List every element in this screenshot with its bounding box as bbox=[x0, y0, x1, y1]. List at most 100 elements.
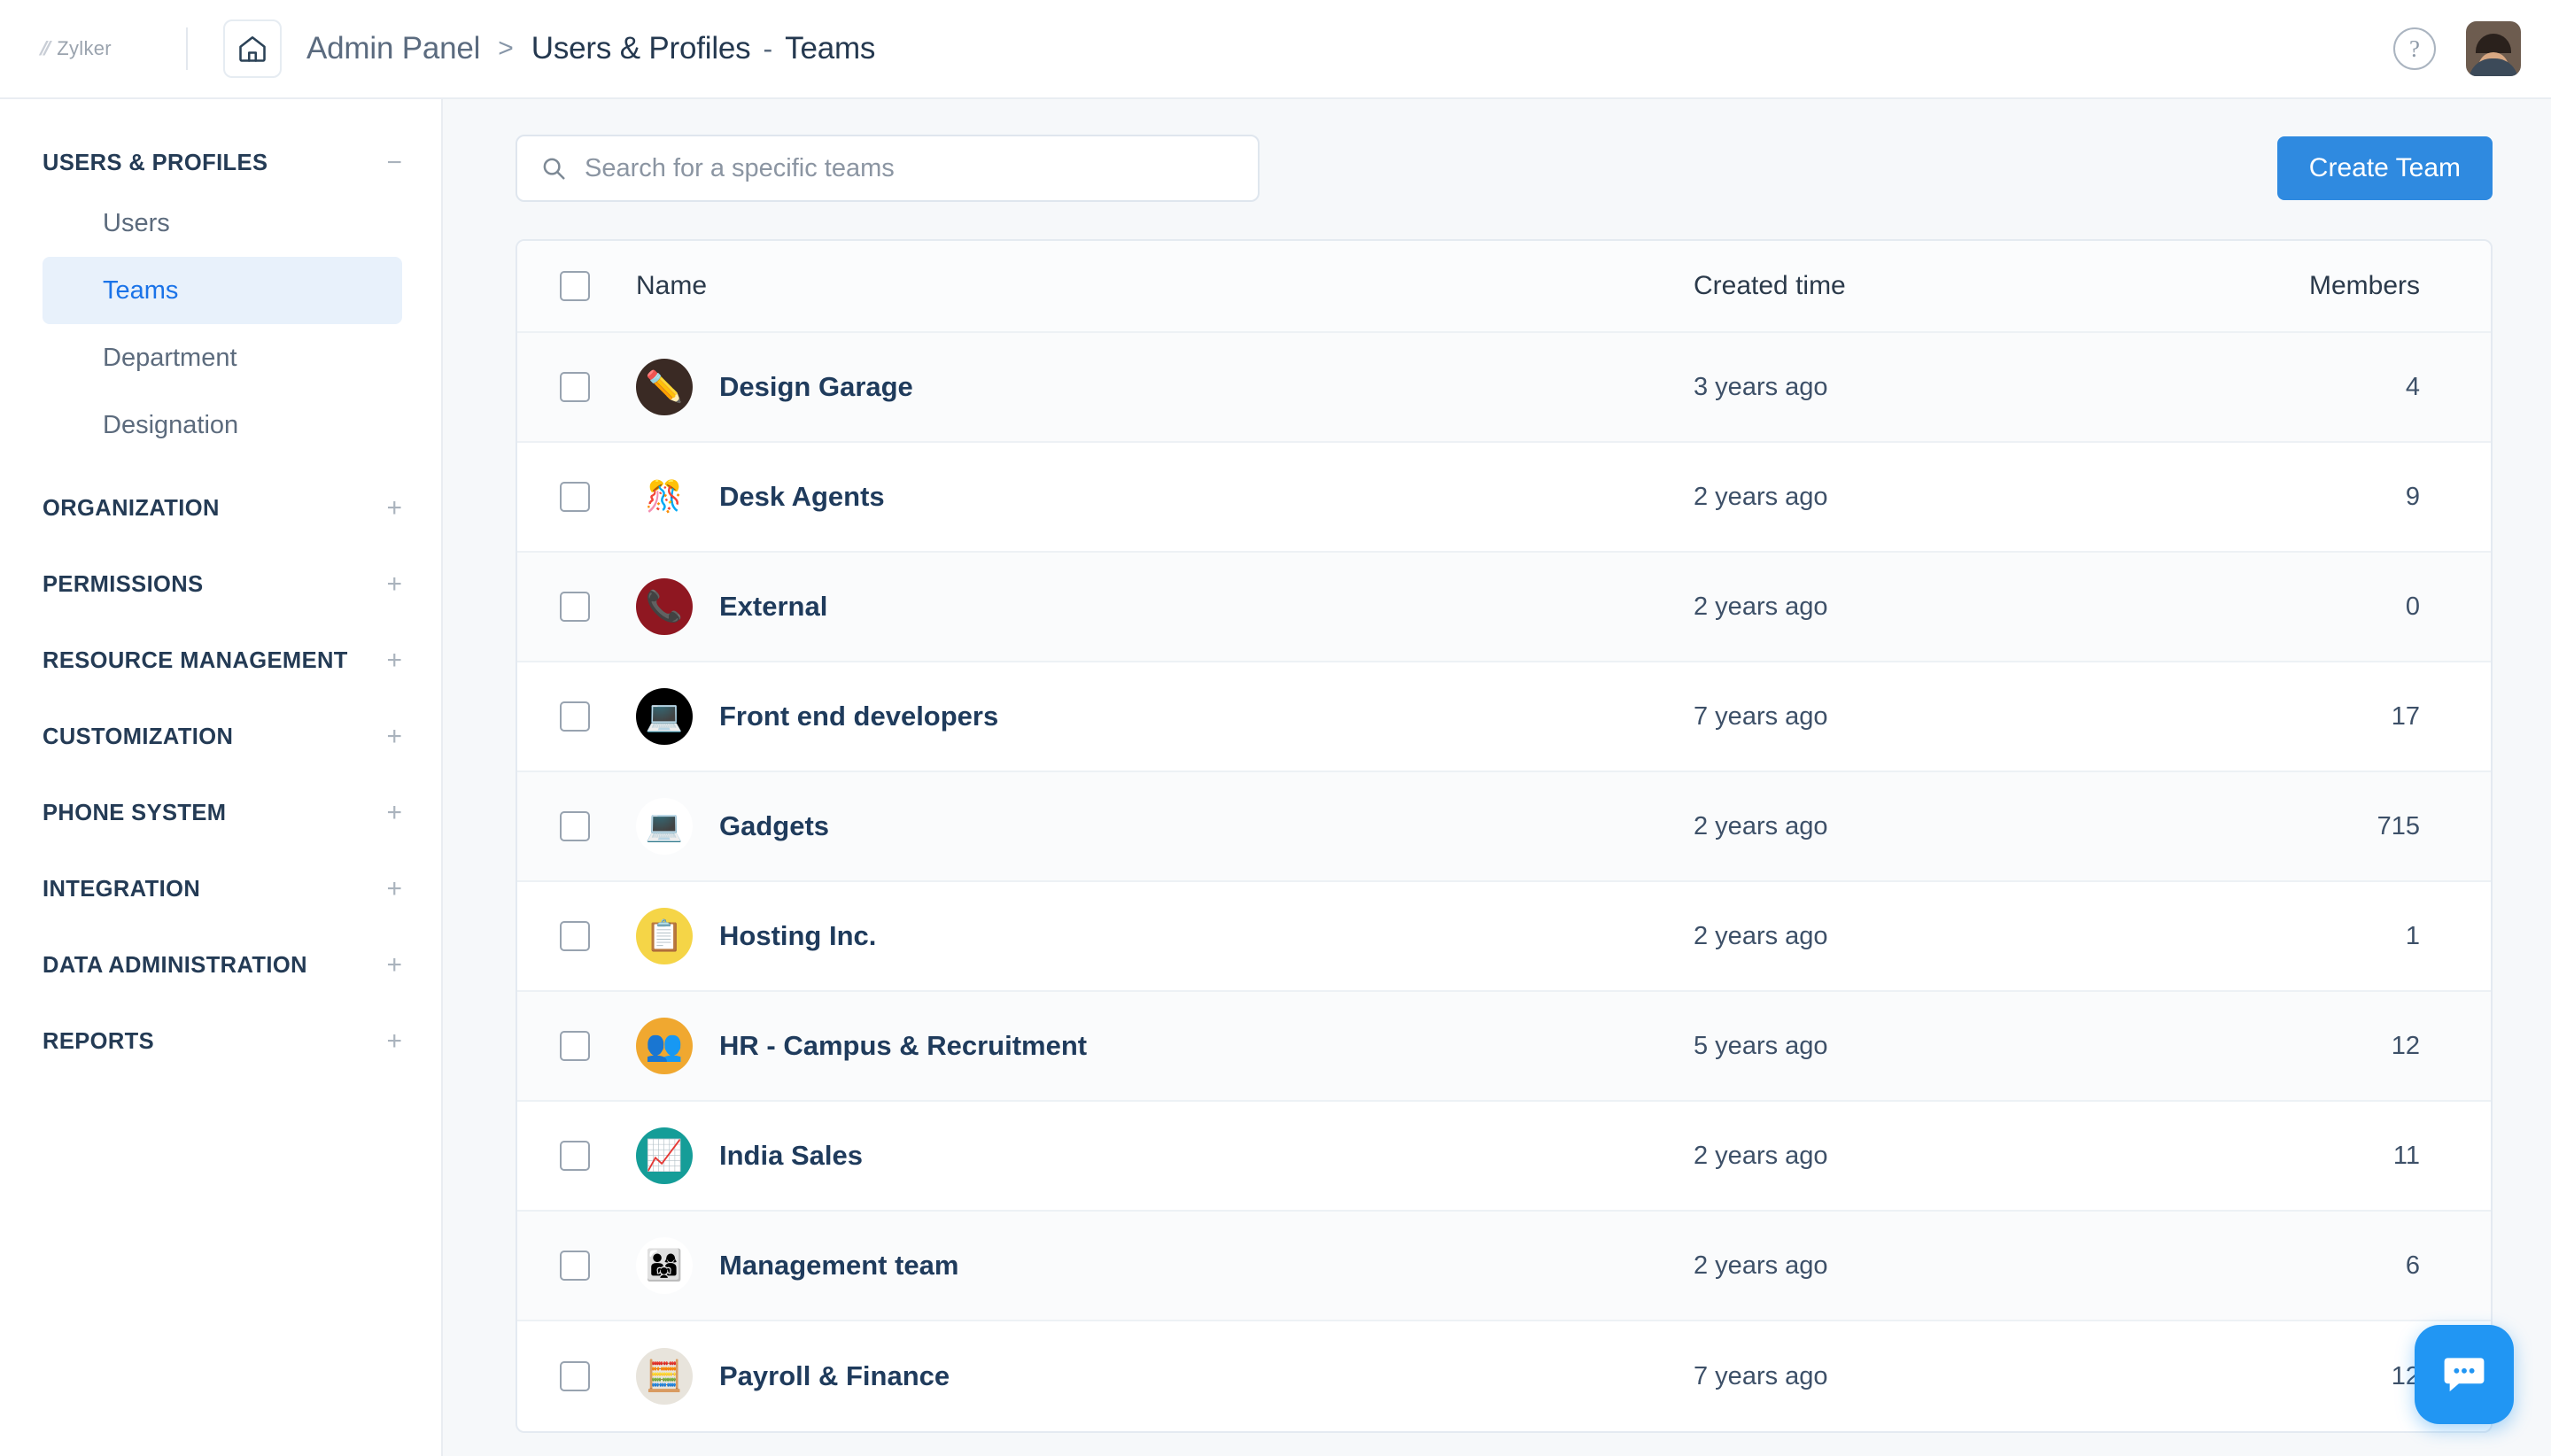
plus-icon[interactable]: + bbox=[386, 647, 402, 674]
team-avatar-icon: 🎊 bbox=[636, 469, 693, 525]
sidebar-section-label: DATA ADMINISTRATION bbox=[43, 952, 307, 978]
brand-logo[interactable]: // Zylker bbox=[37, 37, 174, 60]
plus-icon[interactable]: + bbox=[386, 800, 402, 826]
team-created-time: 7 years ago bbox=[1694, 701, 1828, 731]
sidebar-section-label: PHONE SYSTEM bbox=[43, 800, 227, 825]
sidebar-section-permissions[interactable]: PERMISSIONS + bbox=[0, 558, 441, 611]
search-placeholder: Search for a specific teams bbox=[585, 153, 895, 182]
sidebar-item-label: Teams bbox=[103, 275, 179, 305]
sidebar-item-label: Department bbox=[103, 343, 237, 372]
team-name[interactable]: Desk Agents bbox=[719, 481, 885, 513]
sidebar-section-data-administration[interactable]: DATA ADMINISTRATION + bbox=[0, 939, 441, 992]
team-created-time: 2 years ago bbox=[1694, 811, 1828, 840]
table-row[interactable]: 👨‍👩‍👧 Management team 2 years ago 6 bbox=[517, 1212, 2491, 1321]
sidebar-item-designation[interactable]: Designation bbox=[43, 391, 402, 459]
team-member-count: 0 bbox=[2405, 592, 2420, 621]
avatar-body bbox=[2469, 58, 2518, 76]
sidebar-section-integration[interactable]: INTEGRATION + bbox=[0, 863, 441, 916]
team-name[interactable]: Front end developers bbox=[719, 701, 998, 732]
sidebar-section-label: USERS & PROFILES bbox=[43, 150, 268, 175]
search-icon bbox=[543, 158, 565, 180]
sidebar-section-label: RESOURCE MANAGEMENT bbox=[43, 647, 348, 673]
team-created-time: 2 years ago bbox=[1694, 1251, 1828, 1280]
row-checkbox[interactable] bbox=[560, 1361, 590, 1391]
table-row[interactable]: 💻 Gadgets 2 years ago 715 bbox=[517, 772, 2491, 882]
plus-icon[interactable]: + bbox=[386, 724, 402, 750]
table-row[interactable]: 📈 India Sales 2 years ago 11 bbox=[517, 1102, 2491, 1212]
row-checkbox[interactable] bbox=[560, 592, 590, 622]
team-avatar-icon: 👥 bbox=[636, 1018, 693, 1074]
team-name[interactable]: Payroll & Finance bbox=[719, 1360, 950, 1392]
sidebar-item-department[interactable]: Department bbox=[43, 324, 402, 391]
team-created-time: 5 years ago bbox=[1694, 1031, 1828, 1060]
team-member-count: 9 bbox=[2405, 482, 2420, 511]
sidebar: USERS & PROFILES − Users Teams Department Des… bbox=[0, 99, 443, 1456]
team-name[interactable]: India Sales bbox=[719, 1140, 863, 1172]
table-row[interactable]: ✏️ Design Garage 3 years ago 4 bbox=[517, 333, 2491, 443]
breadcrumb-teams[interactable]: Teams bbox=[781, 31, 879, 66]
sidebar-section-customization[interactable]: CUSTOMIZATION + bbox=[0, 710, 441, 763]
breadcrumb-users-profiles[interactable]: Users & Profiles bbox=[528, 31, 755, 66]
table-row[interactable]: 💻 Front end developers 7 years ago 17 bbox=[517, 662, 2491, 772]
chat-widget-button[interactable] bbox=[2415, 1325, 2514, 1424]
team-avatar-icon: 💻 bbox=[636, 688, 693, 745]
sidebar-section-label: INTEGRATION bbox=[43, 876, 201, 902]
team-name[interactable]: External bbox=[719, 591, 827, 623]
minus-icon[interactable]: − bbox=[386, 150, 402, 176]
home-button[interactable] bbox=[223, 19, 282, 78]
plus-icon[interactable]: + bbox=[386, 571, 402, 598]
team-name[interactable]: Gadgets bbox=[719, 810, 829, 842]
team-name[interactable]: Hosting Inc. bbox=[719, 920, 876, 952]
sidebar-section-reports[interactable]: REPORTS + bbox=[0, 1015, 441, 1068]
sidebar-section-users-profiles[interactable]: USERS & PROFILES − bbox=[0, 136, 441, 190]
row-checkbox[interactable] bbox=[560, 482, 590, 512]
breadcrumb: Admin Panel > Users & Profiles - Teams bbox=[303, 31, 879, 66]
team-avatar-icon: 👨‍👩‍👧 bbox=[636, 1237, 693, 1294]
sidebar-section-phone-system[interactable]: PHONE SYSTEM + bbox=[0, 786, 441, 840]
row-checkbox[interactable] bbox=[560, 811, 590, 841]
table-row[interactable]: 👥 HR - Campus & Recruitment 5 years ago 12 bbox=[517, 992, 2491, 1102]
plus-icon[interactable]: + bbox=[386, 495, 402, 522]
row-checkbox[interactable] bbox=[560, 1031, 590, 1061]
table-row[interactable]: 📋 Hosting Inc. 2 years ago 1 bbox=[517, 882, 2491, 992]
breadcrumb-admin-panel[interactable]: Admin Panel bbox=[303, 31, 484, 66]
avatar[interactable] bbox=[2466, 21, 2521, 76]
team-member-count: 4 bbox=[2405, 372, 2420, 401]
team-created-time: 2 years ago bbox=[1694, 592, 1828, 621]
team-avatar-icon: 💻 bbox=[636, 798, 693, 855]
team-name[interactable]: Management team bbox=[719, 1250, 958, 1282]
select-all-checkbox[interactable] bbox=[560, 271, 590, 301]
row-checkbox[interactable] bbox=[560, 921, 590, 951]
top-bar-actions: ? bbox=[2393, 21, 2521, 76]
help-icon[interactable]: ? bbox=[2393, 27, 2436, 70]
plus-icon[interactable]: + bbox=[386, 876, 402, 902]
plus-icon[interactable]: + bbox=[386, 1028, 402, 1055]
team-name[interactable]: Design Garage bbox=[719, 371, 913, 403]
admin-panel-app: // Zylker Admin Panel > Users & Profiles… bbox=[0, 0, 2551, 1456]
table-row[interactable]: 🎊 Desk Agents 2 years ago 9 bbox=[517, 443, 2491, 553]
sidebar-section-label: ORGANIZATION bbox=[43, 495, 220, 521]
sidebar-item-users[interactable]: Users bbox=[43, 190, 402, 257]
zylker-mark-icon: // bbox=[37, 37, 52, 59]
search-input[interactable]: Search for a specific teams bbox=[516, 135, 1260, 202]
sidebar-section-label: PERMISSIONS bbox=[43, 571, 204, 597]
table-row[interactable]: 📞 External 2 years ago 0 bbox=[517, 553, 2491, 662]
top-bar: // Zylker Admin Panel > Users & Profiles… bbox=[0, 0, 2551, 99]
sidebar-item-teams[interactable]: Teams bbox=[43, 257, 402, 324]
row-checkbox[interactable] bbox=[560, 372, 590, 402]
sidebar-section-resource-management[interactable]: RESOURCE MANAGEMENT + bbox=[0, 634, 441, 687]
sidebar-section-organization[interactable]: ORGANIZATION + bbox=[0, 482, 441, 535]
row-checkbox[interactable] bbox=[560, 701, 590, 732]
team-member-count: 6 bbox=[2405, 1251, 2420, 1280]
row-checkbox[interactable] bbox=[560, 1141, 590, 1171]
table-row[interactable]: 🧮 Payroll & Finance 7 years ago 12 bbox=[517, 1321, 2491, 1431]
team-name[interactable]: HR - Campus & Recruitment bbox=[719, 1030, 1087, 1062]
header-divider bbox=[186, 27, 188, 70]
plus-icon[interactable]: + bbox=[386, 952, 402, 979]
team-avatar-icon: ✏️ bbox=[636, 359, 693, 415]
create-team-button[interactable]: Create Team bbox=[2276, 136, 2493, 200]
row-checkbox[interactable] bbox=[560, 1251, 590, 1281]
